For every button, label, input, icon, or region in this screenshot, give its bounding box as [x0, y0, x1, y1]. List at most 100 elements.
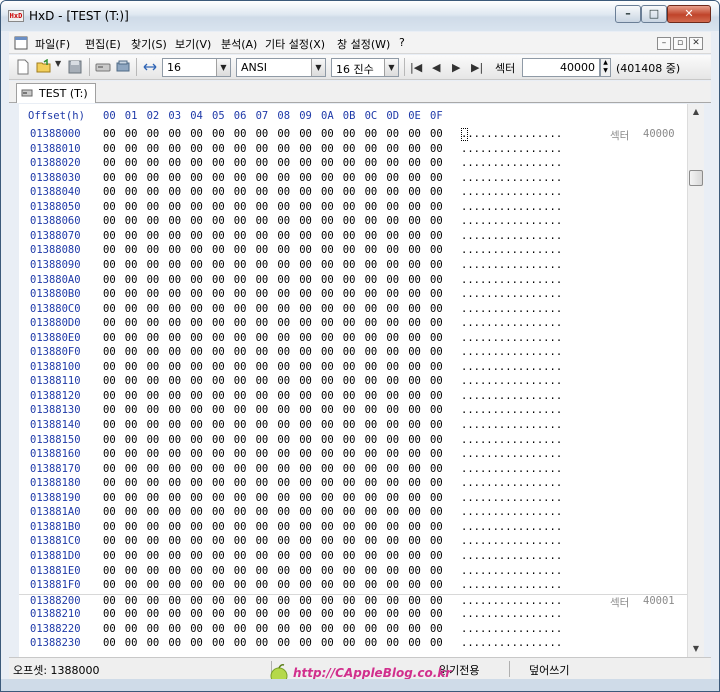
hex-byte[interactable]: 00: [430, 288, 443, 300]
close-button[interactable]: ✕: [667, 5, 711, 23]
hex-byte[interactable]: 00: [408, 303, 421, 315]
hex-byte[interactable]: 00: [103, 303, 116, 315]
bytes-per-row-select[interactable]: 16 ▼: [162, 58, 231, 77]
text-column[interactable]: ................: [461, 274, 562, 286]
hex-byte[interactable]: 00: [386, 375, 399, 387]
hex-byte[interactable]: 00: [365, 608, 378, 620]
hex-byte[interactable]: 00: [212, 332, 225, 344]
hex-byte[interactable]: 00: [299, 375, 312, 387]
hex-row[interactable]: 01388160 00 00 00 00 00 00 00 00 00 00 00 00 00 00 00 00…: [19, 448, 687, 463]
hex-byte[interactable]: 00: [125, 215, 138, 227]
hex-byte[interactable]: 00: [343, 375, 356, 387]
hex-byte[interactable]: 00: [408, 448, 421, 460]
hex-byte[interactable]: 00: [212, 317, 225, 329]
hex-byte[interactable]: 00: [321, 186, 334, 198]
hex-row[interactable]: 01388200 00 00 00 00 00 00 00 00 00 00 00 00 00 00 00 00…: [19, 593, 687, 609]
hex-row[interactable]: 013881C0 00 00 00 00 00 00 00 00 00 00 00 00 00 00 00 00…: [19, 535, 687, 550]
hex-byte[interactable]: 00: [299, 303, 312, 315]
hex-byte[interactable]: 00: [365, 565, 378, 577]
hex-byte[interactable]: 00: [125, 346, 138, 358]
hex-byte[interactable]: 00: [190, 143, 203, 155]
hex-byte[interactable]: 00: [125, 521, 138, 533]
hex-byte[interactable]: 00: [168, 317, 181, 329]
hex-byte[interactable]: 00: [256, 230, 269, 242]
hex-byte[interactable]: 00: [343, 637, 356, 649]
hex-byte[interactable]: 00: [125, 143, 138, 155]
hex-byte[interactable]: 00: [408, 375, 421, 387]
hex-byte[interactable]: 00: [386, 317, 399, 329]
hex-byte[interactable]: 00: [168, 623, 181, 635]
menu-search[interactable]: 찾기(S): [131, 36, 167, 52]
hex-byte[interactable]: 00: [365, 128, 378, 140]
hex-byte[interactable]: 00: [125, 535, 138, 547]
hex-byte[interactable]: 00: [212, 506, 225, 518]
hex-row[interactable]: 01388000 00 00 00 00 00 00 00 00 00 00 00 00 00 00 00 00…: [19, 128, 687, 143]
hex-byte[interactable]: 00: [408, 492, 421, 504]
hex-byte[interactable]: 00: [168, 346, 181, 358]
hex-byte[interactable]: 00: [277, 565, 290, 577]
hex-byte[interactable]: 00: [212, 186, 225, 198]
hex-byte[interactable]: 00: [168, 259, 181, 271]
hex-byte[interactable]: 00: [212, 143, 225, 155]
hex-byte[interactable]: 00: [430, 595, 443, 607]
hex-byte[interactable]: 00: [321, 303, 334, 315]
hex-byte[interactable]: 00: [408, 506, 421, 518]
text-column[interactable]: ................: [461, 361, 562, 373]
hex-byte[interactable]: 00: [168, 186, 181, 198]
hex-byte[interactable]: 00: [256, 477, 269, 489]
hex-byte[interactable]: 00: [430, 637, 443, 649]
hex-byte[interactable]: 00: [386, 608, 399, 620]
hex-byte[interactable]: 00: [321, 506, 334, 518]
hex-byte[interactable]: 00: [430, 608, 443, 620]
hex-byte[interactable]: 00: [408, 637, 421, 649]
hex-byte[interactable]: 00: [343, 128, 356, 140]
hex-byte[interactable]: 00: [168, 565, 181, 577]
hex-byte[interactable]: 00: [321, 346, 334, 358]
hex-byte[interactable]: 00: [125, 550, 138, 562]
hex-byte[interactable]: 00: [277, 434, 290, 446]
hex-byte[interactable]: 00: [299, 448, 312, 460]
hex-byte[interactable]: 00: [365, 288, 378, 300]
sector-input[interactable]: 40000: [522, 58, 600, 77]
hex-byte[interactable]: 00: [343, 535, 356, 547]
hex-byte[interactable]: 00: [277, 492, 290, 504]
minimize-button[interactable]: –: [615, 5, 641, 23]
hex-byte[interactable]: 00: [277, 419, 290, 431]
hex-row[interactable]: 013880A0 00 00 00 00 00 00 00 00 00 00 00 00 00 00 00 00…: [19, 274, 687, 289]
first-sector-icon[interactable]: |◀: [410, 61, 422, 74]
hex-byte[interactable]: 00: [212, 274, 225, 286]
hex-byte[interactable]: 00: [343, 608, 356, 620]
hex-byte[interactable]: 00: [234, 434, 247, 446]
hex-byte[interactable]: 00: [343, 390, 356, 402]
hex-byte[interactable]: 00: [256, 448, 269, 460]
text-column[interactable]: ................: [461, 288, 562, 300]
hex-byte[interactable]: 00: [343, 288, 356, 300]
hex-byte[interactable]: 00: [125, 565, 138, 577]
hex-byte[interactable]: 00: [299, 230, 312, 242]
hex-byte[interactable]: 00: [103, 274, 116, 286]
text-column[interactable]: ................: [461, 172, 562, 184]
hex-byte[interactable]: 00: [256, 244, 269, 256]
hex-byte[interactable]: 00: [277, 244, 290, 256]
hex-byte[interactable]: 00: [365, 201, 378, 213]
hex-byte[interactable]: 00: [321, 608, 334, 620]
hex-byte[interactable]: 00: [190, 419, 203, 431]
hex-byte[interactable]: 00: [277, 463, 290, 475]
hex-row[interactable]: 013881A0 00 00 00 00 00 00 00 00 00 00 00 00 00 00 00 00…: [19, 506, 687, 521]
hex-byte[interactable]: 00: [321, 361, 334, 373]
text-column[interactable]: ................: [461, 303, 562, 315]
hex-byte[interactable]: 00: [299, 595, 312, 607]
hex-byte[interactable]: 00: [386, 535, 399, 547]
hex-byte[interactable]: 00: [430, 201, 443, 213]
hex-byte[interactable]: 00: [343, 463, 356, 475]
hex-byte[interactable]: 00: [408, 244, 421, 256]
hex-byte[interactable]: 00: [321, 274, 334, 286]
hex-row[interactable]: 01388080 00 00 00 00 00 00 00 00 00 00 00 00 00 00 00 00…: [19, 244, 687, 259]
hex-byte[interactable]: 00: [168, 550, 181, 562]
hex-byte[interactable]: 00: [234, 157, 247, 169]
hex-byte[interactable]: 00: [168, 463, 181, 475]
menu-window[interactable]: 창 설정(W): [337, 36, 390, 52]
hex-byte[interactable]: 00: [256, 550, 269, 562]
hex-byte[interactable]: 00: [321, 259, 334, 271]
hex-byte[interactable]: 00: [386, 506, 399, 518]
